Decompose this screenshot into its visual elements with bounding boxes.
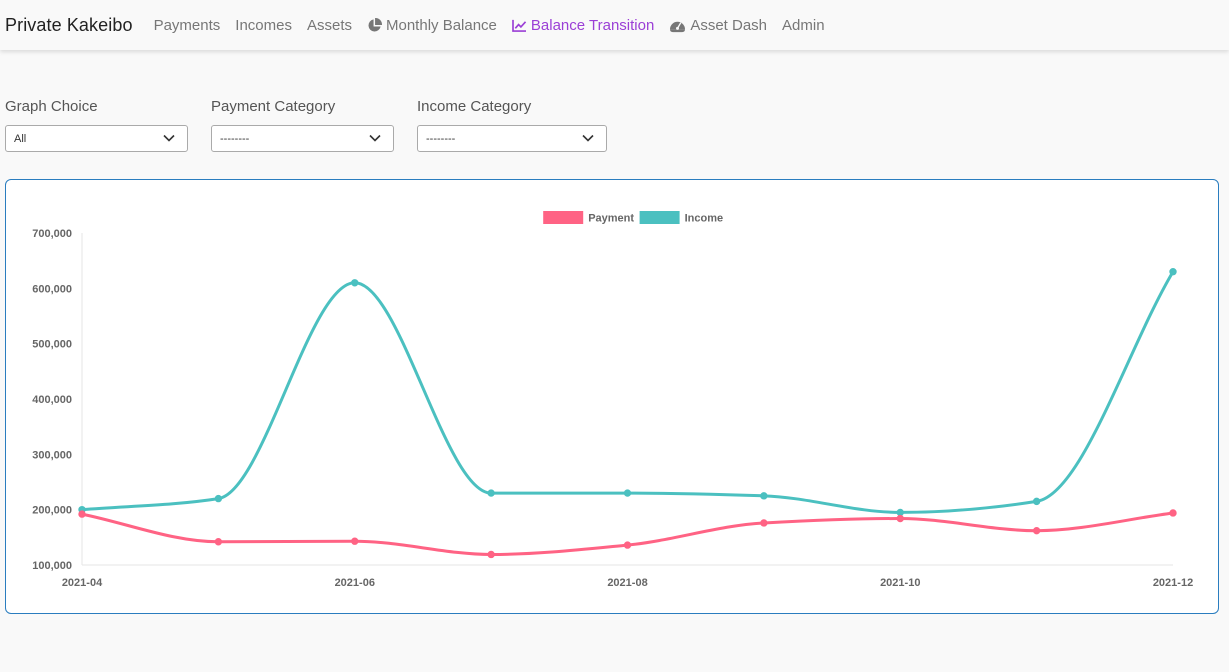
payment-data-point xyxy=(1032,526,1041,535)
income-data-point xyxy=(896,508,904,517)
nav-label: Incomes xyxy=(235,16,292,34)
income-data-point xyxy=(623,489,632,497)
payment-data-point xyxy=(1169,509,1177,517)
chevron-down-icon xyxy=(369,133,381,145)
pie-chart-icon xyxy=(367,17,382,33)
chevron-down-icon xyxy=(582,133,594,145)
payment-category-label: Payment Category xyxy=(211,98,336,115)
graph-choice-select[interactable]: All xyxy=(5,125,188,152)
x-tick-label: 2021-10 xyxy=(880,577,920,589)
nav-label: Asset Dash xyxy=(690,16,768,34)
x-tick-label: 2021-04 xyxy=(62,577,103,589)
gauge-icon xyxy=(669,18,686,33)
y-tick-label: 300,000 xyxy=(32,449,72,461)
nav-link-monthly-balance[interactable]: Monthly Balance xyxy=(367,17,497,34)
payment-category-select[interactable]: -------- xyxy=(211,125,394,152)
filter-controls: Graph Choice All Payment Category ------… xyxy=(5,98,607,152)
nav-label: Assets xyxy=(306,16,352,34)
y-tick-label: 700,000 xyxy=(32,228,72,240)
payment-data-point xyxy=(351,537,359,545)
y-tick-label: 200,000 xyxy=(32,505,72,517)
payment-category-group: Payment Category -------- xyxy=(211,98,394,152)
income-category-label: Income Category xyxy=(417,98,532,115)
payment-legend-swatch xyxy=(543,211,584,224)
graph-choice-label: Graph Choice xyxy=(5,98,98,115)
income-data-point xyxy=(760,492,768,500)
y-tick-label: 400,000 xyxy=(32,394,72,406)
income-legend-swatch xyxy=(639,211,680,224)
payment-category-value: -------- xyxy=(220,132,250,145)
payment-data-point xyxy=(760,519,768,527)
nav-link-admin[interactable]: Admin xyxy=(782,17,825,34)
nav-link-asset-dash[interactable]: Asset Dash xyxy=(669,17,767,34)
income-data-point xyxy=(1169,268,1177,276)
payment-data-point xyxy=(896,514,904,523)
line-chart-icon xyxy=(512,19,527,32)
nav-link-assets[interactable]: Assets xyxy=(307,17,352,34)
chevron-down-icon xyxy=(163,133,175,145)
x-tick-label: 2021-12 xyxy=(1153,577,1193,589)
income-series-line xyxy=(81,270,1175,514)
top-navbar: Private Kakeibo Payments Incomes Assets … xyxy=(0,0,1229,50)
nav-label: Balance Transition xyxy=(530,16,655,34)
payment-legend-label: Payment xyxy=(588,213,634,225)
income-legend-label: Income xyxy=(685,213,724,225)
y-tick-label: 500,000 xyxy=(32,339,72,351)
nav-label: Payments xyxy=(153,16,221,34)
income-data-point xyxy=(1032,497,1041,506)
x-tick-label: 2021-06 xyxy=(335,577,375,589)
graph-choice-group: Graph Choice All xyxy=(5,98,188,152)
y-tick-label: 100,000 xyxy=(32,560,72,572)
y-tick-label: 600,000 xyxy=(32,283,72,295)
x-tick-label: 2021-08 xyxy=(607,577,647,589)
income-data-point xyxy=(487,489,495,497)
income-category-group: Income Category -------- xyxy=(417,98,607,152)
payment-data-point xyxy=(78,510,86,518)
nav-label: Admin xyxy=(782,16,825,34)
brand-title[interactable]: Private Kakeibo xyxy=(5,15,133,36)
income-category-select[interactable]: -------- xyxy=(417,125,607,152)
nav-link-balance-transition[interactable]: Balance Transition xyxy=(512,17,654,34)
payment-data-point xyxy=(214,538,223,546)
income-category-value: -------- xyxy=(426,132,456,145)
payment-data-point xyxy=(487,550,495,559)
income-data-point xyxy=(214,494,223,503)
nav-link-payments[interactable]: Payments xyxy=(154,17,221,34)
balance-transition-chart[interactable]: 100,000 200,000 300,000 400,000 500,000 600,0… xyxy=(6,180,1218,613)
payment-data-point xyxy=(623,541,632,549)
chart-card: 100,000 200,000 300,000 400,000 500,000 600,0… xyxy=(5,179,1219,614)
nav-label: Monthly Balance xyxy=(386,16,497,34)
income-data-point xyxy=(351,279,359,287)
nav-link-incomes[interactable]: Incomes xyxy=(235,17,292,34)
graph-choice-value: All xyxy=(14,132,27,145)
